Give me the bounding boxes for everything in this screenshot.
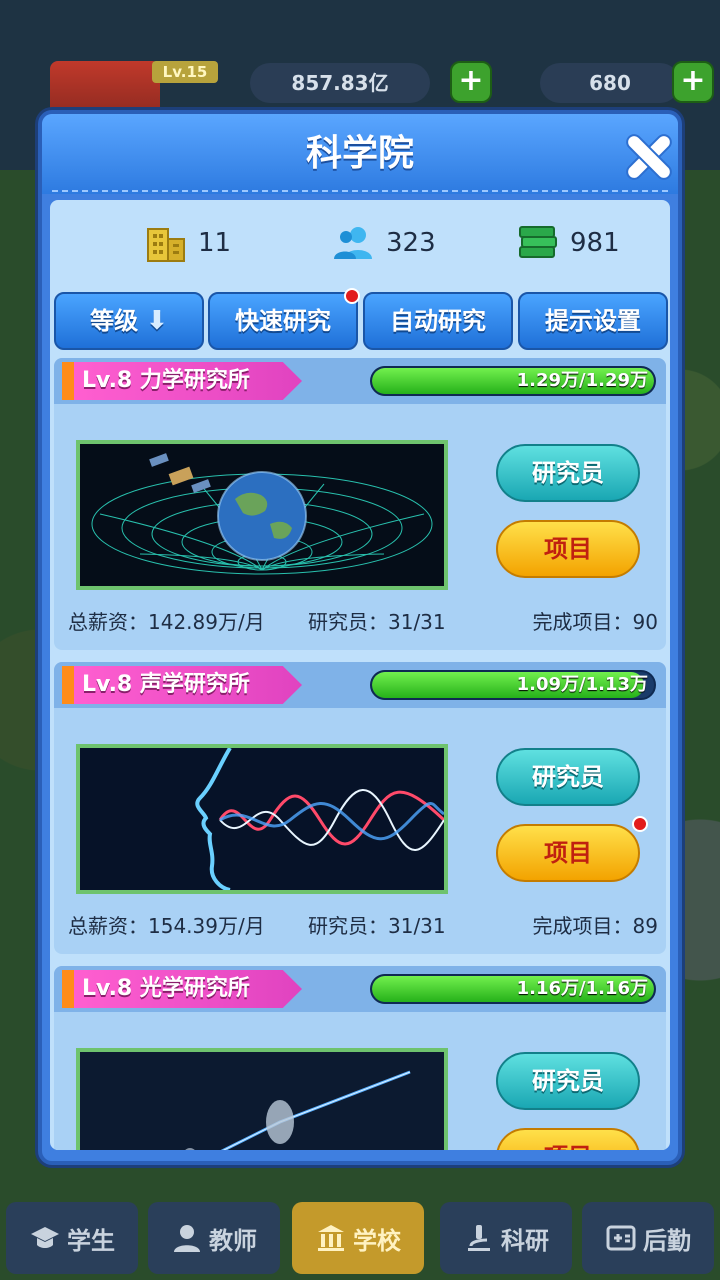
total-salary: 总薪资：142.89万/月 bbox=[68, 610, 265, 634]
tab-level-sort[interactable]: 等级 ⬇ bbox=[54, 292, 204, 350]
graduation-cap-icon bbox=[31, 1227, 59, 1248]
top-status-bar: Lv.15 857.83亿 + 680 + bbox=[0, 55, 720, 117]
progress-text: 1.09万/1.13万 bbox=[516, 674, 648, 695]
building-count: 11 bbox=[144, 222, 231, 264]
add-gems-button[interactable]: + bbox=[672, 61, 714, 103]
dialog-body[interactable]: 11 323 981 等级 ⬇ 快速研究 自动研究 提示设置 Lv.8 力学研究… bbox=[50, 200, 670, 1150]
people-icon bbox=[334, 227, 372, 259]
tab-auto-research[interactable]: 自动研究 bbox=[363, 292, 513, 350]
institute-card: Lv.8 力学研究所 1.29万/1.29万 研究员 项目 总薪资：142.89… bbox=[54, 358, 666, 650]
nav-school[interactable]: 学校 bbox=[292, 1202, 424, 1274]
school-building-icon[interactable] bbox=[50, 61, 160, 117]
tab-hint-settings[interactable]: 提示设置 bbox=[518, 292, 668, 350]
institute-title: Lv.8 光学研究所 bbox=[62, 970, 302, 1008]
institute-image[interactable] bbox=[76, 440, 448, 590]
dialog-title: 科学院 bbox=[305, 133, 414, 174]
add-money-button[interactable]: + bbox=[450, 61, 492, 103]
researcher-button[interactable]: 研究员 bbox=[496, 1052, 640, 1110]
book-count: 981 bbox=[516, 222, 620, 264]
institute-card: Lv.8 光学研究所 1.16万/1.16万 研究员 项目 bbox=[54, 966, 666, 1150]
tab-bar: 等级 ⬇ 快速研究 自动研究 提示设置 bbox=[54, 288, 670, 350]
building-icon bbox=[147, 228, 185, 262]
nav-students[interactable]: 学生 bbox=[6, 1202, 138, 1274]
bottom-navigation: 学生 教师 学校 科研 后勤 bbox=[0, 1196, 720, 1280]
project-button[interactable]: 项目 bbox=[496, 1128, 640, 1150]
institute-summary: 总薪资：154.39万/月 研究员：31/31 完成项目：89 bbox=[68, 910, 660, 942]
institute-title: Lv.8 声学研究所 bbox=[62, 666, 302, 704]
researcher-capacity: 研究员：31/31 bbox=[308, 914, 446, 938]
teacher-icon bbox=[174, 1225, 200, 1252]
nav-teachers[interactable]: 教师 bbox=[148, 1202, 280, 1274]
arrow-down-icon: ⬇ bbox=[146, 306, 168, 336]
header-divider bbox=[52, 190, 668, 192]
researcher-button[interactable]: 研究员 bbox=[496, 444, 640, 502]
project-button[interactable]: 项目 bbox=[496, 520, 640, 578]
tab-quick-research[interactable]: 快速研究 bbox=[208, 288, 360, 350]
institute-image[interactable] bbox=[76, 1048, 448, 1150]
completed-projects: 完成项目：90 bbox=[532, 610, 658, 634]
close-button[interactable] bbox=[624, 132, 674, 182]
earth-spacetime-image bbox=[80, 444, 444, 586]
nav-research[interactable]: 科研 bbox=[440, 1202, 572, 1274]
researcher-count: 323 bbox=[332, 222, 436, 264]
researcher-capacity: 研究员：31/31 bbox=[308, 610, 446, 634]
microscope-icon bbox=[468, 1225, 490, 1251]
institute-title: Lv.8 力学研究所 bbox=[62, 362, 302, 400]
progress-text: 1.29万/1.29万 bbox=[516, 370, 648, 391]
institute-progress-bar: 1.16万/1.16万 bbox=[370, 974, 656, 1004]
optics-lens-image bbox=[80, 1052, 444, 1150]
institute-progress-bar: 1.29万/1.29万 bbox=[370, 366, 656, 396]
academy-stats: 11 323 981 bbox=[50, 200, 670, 286]
institute-summary: 总薪资：142.89万/月 研究员：31/31 完成项目：90 bbox=[68, 606, 660, 638]
school-level-tag: Lv.15 bbox=[152, 61, 218, 83]
institute-image[interactable] bbox=[76, 744, 448, 894]
school-pillars-icon bbox=[318, 1225, 344, 1251]
notification-dot bbox=[632, 816, 648, 832]
institute-card: Lv.8 声学研究所 1.09万/1.13万 研究员 项目 总薪资：154.39… bbox=[54, 662, 666, 954]
researcher-button[interactable]: 研究员 bbox=[496, 748, 640, 806]
notification-dot bbox=[344, 288, 360, 304]
progress-text: 1.16万/1.16万 bbox=[516, 978, 648, 999]
logistics-panel-icon bbox=[606, 1225, 636, 1251]
institute-progress-bar: 1.09万/1.13万 bbox=[370, 670, 656, 700]
money-counter: 857.83亿 bbox=[250, 63, 430, 103]
total-salary: 总薪资：154.39万/月 bbox=[68, 914, 265, 938]
books-stack-icon bbox=[519, 226, 557, 258]
academy-dialog: 科学院 11 323 981 等级 ⬇ 快速研究 自动研究 提示设置 Lv.8 … bbox=[38, 110, 682, 1165]
nav-logistics[interactable]: 后勤 bbox=[582, 1202, 714, 1274]
completed-projects: 完成项目：89 bbox=[532, 914, 658, 938]
project-button[interactable]: 项目 bbox=[496, 824, 640, 882]
gem-counter: 680 bbox=[540, 63, 680, 103]
sound-wave-image bbox=[80, 748, 444, 890]
